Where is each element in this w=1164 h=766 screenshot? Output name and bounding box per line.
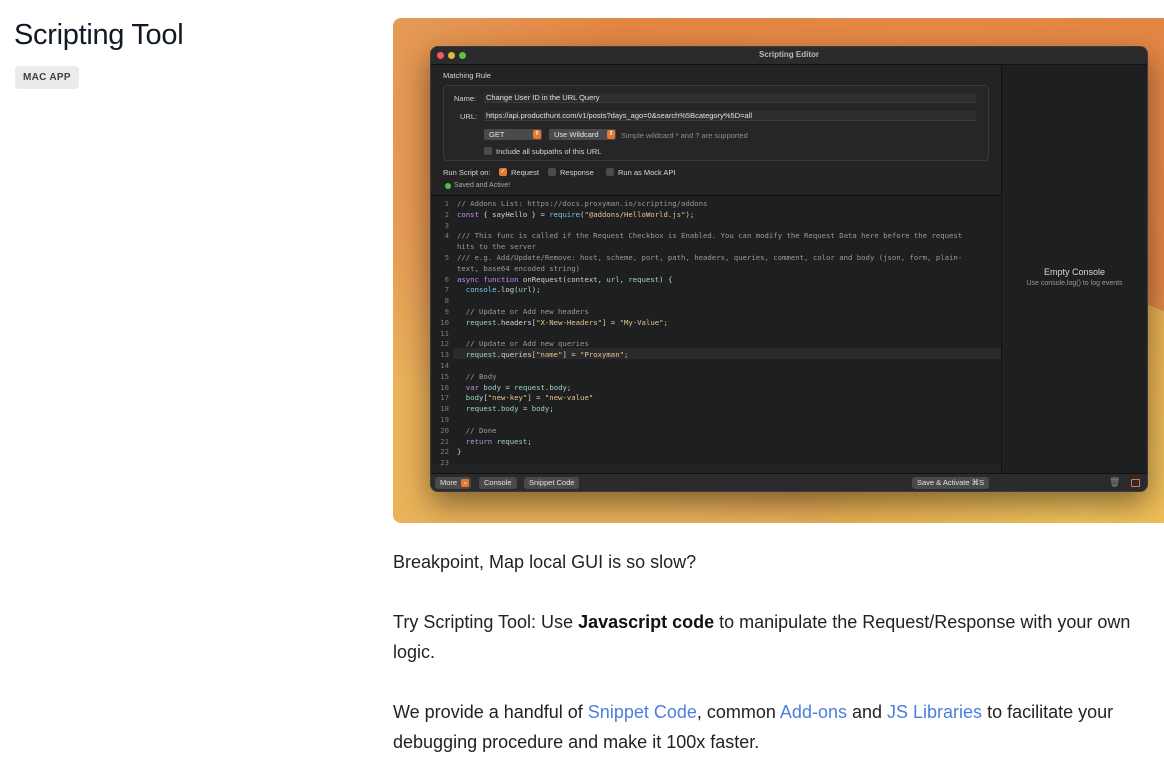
mock-api-checkbox[interactable] — [606, 168, 614, 176]
line-number: 21 — [440, 436, 449, 446]
subpaths-label: Include all subpaths of this URL — [496, 147, 602, 156]
status-text: Saved and Active! — [454, 182, 511, 189]
console-pane: Empty Console Use console.log() to log e… — [1001, 65, 1147, 491]
more-label: More — [440, 478, 458, 487]
hero-screenshot: Scripting Editor Matching Rule Name: Cha… — [393, 18, 1164, 523]
line-number: 14 — [440, 361, 449, 370]
paragraph-1: Breakpoint, Map local GUI is so slow? — [393, 552, 697, 572]
window-titlebar: Scripting Editor — [431, 47, 1147, 65]
code-line: request.headers["X-New-Headers"] = "My-V… — [465, 317, 668, 327]
editor-pane: Matching Rule Name: Change User ID in th… — [431, 65, 1001, 491]
code-line: // Addons List: https://docs.proxyman.io… — [457, 199, 708, 208]
chevron-updown-icon: ⇕ — [533, 130, 541, 139]
line-number: 12 — [440, 339, 449, 349]
line-number: 19 — [440, 415, 449, 424]
console-empty-hint: Use console.log() to log events — [1026, 280, 1123, 287]
save-activate-button[interactable]: Save & Activate ⌘S — [912, 477, 990, 489]
line-number: 18 — [440, 404, 449, 414]
line-number: 4 — [444, 231, 449, 241]
p2-text: Try Scripting Tool: Use — [393, 612, 579, 632]
paragraph-2: Try Scripting Tool: Use Javascript code … — [393, 607, 1163, 667]
code-line: async function onRequest(context, url, r… — [457, 274, 673, 284]
bottom-toolbar: More ⌄ Console Snippet Code Save & Activa… — [431, 473, 1147, 491]
line-number: 16 — [440, 382, 449, 392]
name-label: Name: — [454, 94, 477, 103]
status-dot-icon — [445, 183, 451, 189]
line-number: 23 — [440, 458, 449, 468]
chevron-down-icon: ⌄ — [461, 479, 470, 487]
console-button[interactable]: Console — [479, 477, 517, 489]
code-line: body["new-key"] = "new-value" — [465, 393, 594, 403]
run-script-label: Run Script on: — [443, 168, 491, 177]
code-line: hits to the server — [457, 242, 537, 252]
line-number: 9 — [444, 307, 449, 316]
code-line: const { sayHello } = require("@addons/He… — [457, 209, 695, 219]
line-number: 11 — [440, 328, 449, 338]
method-value: GET — [489, 130, 505, 139]
code-line: /// This func is called if the Request C… — [457, 231, 963, 241]
p3-text-mid: , common — [696, 702, 780, 722]
code-line: // Body — [457, 371, 497, 381]
wildcard-hint: Simple wildcard * and ? are supported — [621, 131, 748, 140]
console-empty-state: Empty Console Use console.log() to log e… — [1002, 267, 1147, 287]
code-line: request.queries["name"] = "Proxyman"; — [465, 350, 629, 360]
console-empty-title: Empty Console — [1043, 267, 1106, 277]
platform-badge: MAC APP — [15, 66, 79, 89]
line-number: 6 — [444, 274, 449, 284]
p3-text-mid2: and — [846, 702, 888, 722]
code-line: return request; — [465, 436, 532, 446]
line-number: 1 — [444, 199, 449, 208]
name-field[interactable]: Change User ID in the URL Query — [484, 93, 976, 103]
code-line: var body = request.body; — [465, 382, 572, 392]
code-line: text, base64 encoded string) — [457, 263, 581, 273]
line-number: 20 — [440, 425, 449, 435]
page-title: Scripting Tool — [14, 19, 184, 51]
chevron-updown-icon: ⇕ — [607, 130, 615, 139]
code-editor[interactable]: 1 // Addons List: https://docs.proxyman.i… — [431, 195, 1001, 468]
js-libraries-link[interactable]: JS Libraries — [887, 702, 982, 722]
code-line: // Done — [457, 425, 497, 435]
line-number: 2 — [444, 209, 449, 219]
code-line: } — [457, 447, 462, 457]
line-number: 22 — [440, 447, 449, 457]
line-number: 5 — [444, 253, 449, 262]
code-line: /// e.g. Add/Update/Remove: host, scheme… — [457, 253, 963, 262]
code-line: // Update or Add new queries — [457, 339, 589, 349]
line-number: 13 — [440, 350, 449, 360]
subpaths-checkbox[interactable] — [484, 147, 492, 155]
url-label: URL: — [460, 112, 478, 121]
matching-rule-label: Matching Rule — [443, 71, 491, 80]
mock-api-label: Run as Mock API — [618, 168, 676, 177]
line-number: 10 — [440, 317, 449, 327]
line-number: 8 — [444, 296, 449, 306]
match-type-value: Use Wildcard — [554, 130, 599, 139]
trash-icon[interactable]: 🗑 — [1109, 477, 1120, 488]
code-line: console.log(url); — [465, 285, 541, 295]
code-line: // Update or Add new headers — [457, 307, 589, 316]
line-number: 7 — [444, 285, 449, 295]
match-type-select[interactable]: Use Wildcard ⇕ — [549, 129, 616, 140]
sidebar-toggle-icon[interactable] — [1131, 479, 1140, 487]
more-button[interactable]: More ⌄ — [435, 477, 472, 489]
add-ons-link[interactable]: Add-ons — [780, 702, 847, 722]
response-checkbox[interactable] — [548, 168, 556, 176]
response-label: Response — [560, 168, 594, 177]
request-label: Request — [511, 168, 539, 177]
window-title: Scripting Editor — [759, 50, 819, 59]
paragraph-3: We provide a handful of Snippet Code, co… — [393, 697, 1163, 757]
snippet-code-button[interactable]: Snippet Code — [524, 477, 580, 489]
line-number: 3 — [444, 220, 449, 230]
code-line: request.body = body; — [465, 404, 554, 414]
method-select[interactable]: GET ⇕ — [484, 129, 542, 140]
line-number: 15 — [440, 371, 449, 381]
scripting-editor-window: Scripting Editor Matching Rule Name: Cha… — [430, 46, 1148, 492]
matching-rule-box: Name: Change User ID in the URL Query UR… — [443, 85, 989, 161]
request-checkbox[interactable]: ✓ — [499, 168, 507, 176]
snippet-code-link[interactable]: Snippet Code — [588, 702, 697, 722]
p3-text: We provide a handful of — [393, 702, 588, 722]
p2-bold: Javascript code — [578, 612, 715, 632]
line-number: 17 — [440, 393, 449, 403]
url-field[interactable]: https://api.producthunt.com/v1/posts?day… — [484, 111, 976, 121]
